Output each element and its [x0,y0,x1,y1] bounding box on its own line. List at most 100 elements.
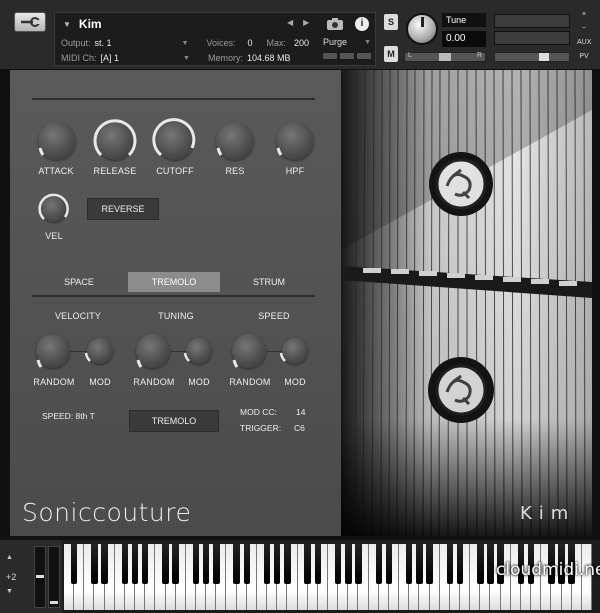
level-meter-right [494,31,570,45]
hpf-label: HPF [285,166,305,176]
black-key[interactable] [385,544,393,584]
black-key[interactable] [91,544,98,584]
black-key[interactable] [446,544,454,584]
tune-value[interactable]: 0.00 [442,31,486,47]
attack-label: ATTACK [38,166,74,176]
release-label: RELEASE [93,166,137,176]
black-key[interactable] [101,544,108,584]
instrument-info-panel: ▼ Kim ◀▶ i Output: st. 1 ▼ Voices: 0 Max… [54,12,376,66]
tab-space[interactable]: SPACE [40,272,118,292]
tune-knob[interactable] [406,13,438,45]
black-key[interactable] [416,544,423,584]
mute-button[interactable]: M [384,46,398,62]
pv-button[interactable]: PV [577,52,591,62]
speed-mod-knob[interactable] [279,338,308,364]
control-panel: ATTACK RELEASE CUTOFF RES HPF VEL REVERS… [10,70,341,536]
camera-icon[interactable] [325,16,345,32]
volume-slider[interactable] [494,52,570,62]
black-key[interactable] [284,544,291,584]
dropdown-triangle-icon[interactable]: ▼ [63,20,71,29]
wrench-icon[interactable] [14,12,46,32]
cutoff-label: CUTOFF [156,166,194,176]
res-knob[interactable] [216,122,254,160]
tab-tremolo[interactable]: TREMOLO [128,272,220,292]
side-buttons: × − AUX PV [577,10,591,62]
voices-value: 0 [247,38,253,48]
minimize-icon[interactable]: − [577,24,591,34]
reverse-button[interactable]: REVERSE [87,198,159,220]
trigger-value[interactable]: C6 [294,423,305,433]
memory-value: 104.68 MB [246,53,291,63]
black-key[interactable] [405,544,413,584]
memory-label: Memory: [207,53,243,63]
black-key[interactable] [131,544,139,584]
tab-strum[interactable]: STRUM [230,272,308,292]
velocity-random-knob[interactable] [36,334,70,368]
mod-wheel[interactable] [48,546,60,608]
vel-knob[interactable] [38,193,69,222]
black-key[interactable] [304,544,311,584]
octave-down-icon[interactable]: ▼ [6,588,13,595]
speed-random-knob[interactable] [232,334,266,368]
info-icon[interactable]: i [355,17,369,31]
max-value[interactable]: 200 [294,38,309,48]
instrument-name[interactable]: ▼ Kim [63,16,102,32]
instrument-nav-arrows[interactable]: ◀▶ [287,18,319,27]
hpf-knob[interactable] [276,122,314,160]
close-icon[interactable]: × [577,10,591,20]
black-key[interactable] [141,544,149,584]
release-knob[interactable] [93,119,137,160]
output-row: Output: st. 1 ▼ Voices: 0 Max: 200 [61,35,309,51]
top-divider [32,98,315,100]
black-key[interactable] [345,544,352,584]
black-key[interactable] [162,544,169,584]
octave-up-icon[interactable]: ▲ [6,554,13,561]
solo-button[interactable]: S [384,14,398,30]
black-key[interactable] [314,544,322,584]
pan-thumb[interactable] [439,53,451,61]
max-label: Max: [266,38,287,48]
black-key[interactable] [192,544,200,584]
purge-menu[interactable]: Purge ▼ [319,35,375,49]
black-key[interactable] [121,544,129,584]
tuning-random-knob[interactable] [136,334,170,368]
velocity-mod-knob[interactable] [84,338,113,364]
output-dropdown-icon[interactable]: ▼ [182,40,189,47]
mod-cc-value[interactable]: 14 [296,407,305,417]
tremolo-button[interactable]: TREMOLO [129,410,219,432]
midi-dropdown-icon[interactable]: ▼ [183,55,190,62]
black-key[interactable] [172,544,179,584]
mini-buttons[interactable] [323,53,371,59]
pan-left-label: L [408,52,412,59]
black-key[interactable] [263,544,271,584]
black-key[interactable] [477,544,484,584]
black-key[interactable] [355,544,362,584]
instrument-logo: Kim [520,503,576,524]
cutoff-knob[interactable] [152,118,196,160]
black-key[interactable] [70,544,78,584]
black-key[interactable] [426,544,433,584]
black-key[interactable] [233,544,240,584]
output-value[interactable]: st. 1 [95,38,112,48]
level-meter-left [494,14,570,28]
black-key[interactable] [487,544,494,584]
speed-status: SPEED: 8th T [42,411,95,421]
pan-slider[interactable]: L R [404,52,486,62]
pitch-wheel[interactable] [34,546,46,608]
black-key[interactable] [375,544,382,584]
black-key[interactable] [273,544,281,584]
black-key[interactable] [202,544,210,584]
black-key[interactable] [456,544,464,584]
attack-knob[interactable] [38,122,76,160]
mod-cc-label: MOD CC: [240,407,277,417]
volume-thumb[interactable] [539,53,549,61]
watermark: cloudmidi.net [496,560,600,580]
tuning-mod-knob[interactable] [183,338,212,364]
brand-logo: Soniccouture [22,498,192,527]
octave-value: +2 [6,572,17,582]
midi-value[interactable]: [A] 1 [101,53,120,63]
black-key[interactable] [243,544,250,584]
black-key[interactable] [334,544,342,584]
black-key[interactable] [213,544,220,584]
aux-button[interactable]: AUX [577,38,591,48]
